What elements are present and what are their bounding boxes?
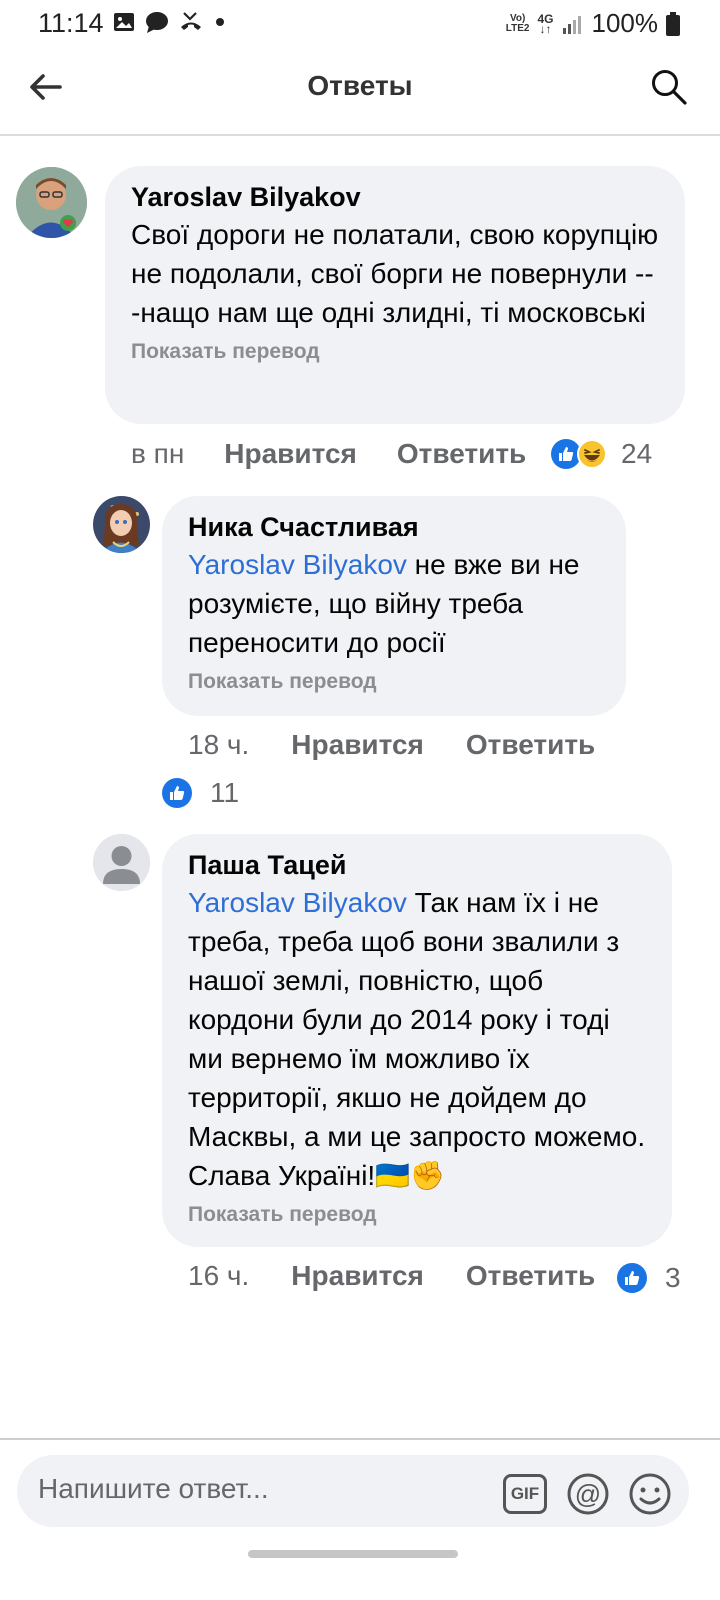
comment-actions: в пн Нравится Ответить <box>131 438 526 470</box>
reply-input[interactable]: Напишите ответ... <box>38 1473 269 1505</box>
reactions-summary[interactable]: 24 <box>551 438 652 470</box>
reply-button[interactable]: Ответить <box>466 729 595 761</box>
reply-button[interactable]: Ответить <box>397 438 526 470</box>
show-translation-link[interactable]: Показать перевод <box>131 340 659 364</box>
search-icon[interactable] <box>650 68 688 106</box>
comment-time: 18 ч. <box>188 729 250 760</box>
missed-call-icon <box>181 12 201 30</box>
reaction-count: 3 <box>665 1262 681 1293</box>
comment-bubble[interactable]: Паша Тацей Yaroslav Bilyakov Так нам їх … <box>162 834 672 1247</box>
status-notification-icons <box>112 10 224 34</box>
comment-text: Yaroslav Bilyakov Так нам їх і не треба,… <box>188 887 646 1191</box>
like-button[interactable]: Нравится <box>291 729 424 761</box>
user-avatar-icon <box>93 496 150 553</box>
reactions-summary[interactable]: 3 <box>617 1262 681 1294</box>
status-time: 11:14 <box>38 8 104 38</box>
like-reaction-icon <box>162 778 192 808</box>
haha-reaction-icon <box>577 439 607 469</box>
mention-at-icon[interactable]: @ <box>566 1472 610 1516</box>
avatar[interactable] <box>93 834 150 891</box>
mention-link[interactable]: Yaroslav Bilyakov <box>188 549 407 580</box>
gallery-icon <box>114 13 134 31</box>
like-button[interactable]: Нравится <box>224 438 357 470</box>
like-button[interactable]: Нравится <box>291 1260 424 1292</box>
gif-label: GIF <box>510 1484 540 1503</box>
gesture-navigation-bar[interactable] <box>248 1550 458 1558</box>
header-divider <box>0 134 720 136</box>
comment-bubble[interactable]: Yaroslav Bilyakov Свої дороги не полатал… <box>105 166 685 424</box>
chat-bubble-icon <box>146 12 168 33</box>
status-right: Vo) LTE2 4G ↓↑ 100% <box>506 8 680 39</box>
default-user-icon <box>93 834 150 891</box>
gif-button[interactable]: GIF <box>503 1474 547 1514</box>
user-avatar-icon <box>16 167 87 238</box>
comment-actions: 16 ч. Нравится Ответить <box>188 1260 595 1292</box>
reply-button[interactable]: Ответить <box>466 1260 595 1292</box>
avatar[interactable] <box>16 167 87 238</box>
comment-author[interactable]: Ника Счастливая <box>188 512 600 543</box>
comment-time: 16 ч. <box>188 1260 250 1291</box>
network-type-indicator: 4G ↓↑ <box>537 11 554 36</box>
composer-divider <box>0 1438 720 1440</box>
comment-text: Yaroslav Bilyakov не вже ви не розумієте… <box>188 549 580 658</box>
show-translation-link[interactable]: Показать перевод <box>188 670 600 694</box>
page-title: Ответы <box>307 70 413 101</box>
reaction-count: 11 <box>210 777 240 808</box>
reaction-count: 24 <box>621 438 653 469</box>
mention-link[interactable]: Yaroslav Bilyakov <box>188 887 407 918</box>
comment-author[interactable]: Yaroslav Bilyakov <box>131 182 659 213</box>
signal-icon <box>562 15 581 34</box>
reactions-summary[interactable]: 11 <box>162 777 239 809</box>
emoji-smile-icon[interactable] <box>628 1472 672 1516</box>
show-translation-link[interactable]: Показать перевод <box>188 1203 646 1227</box>
battery-percent: 100% <box>591 8 659 38</box>
comment-text: Свої дороги не полатали, свою корупцію н… <box>131 219 659 328</box>
svg-text:@: @ <box>575 1479 601 1509</box>
comment-bubble[interactable]: Ника Счастливая Yaroslav Bilyakov не вже… <box>162 496 626 716</box>
data-arrows-icon: ↓↑ <box>539 21 552 36</box>
comment-actions: 18 ч. Нравится Ответить <box>188 729 595 761</box>
like-reaction-icon <box>617 1263 647 1293</box>
comment-author[interactable]: Паша Тацей <box>188 850 646 881</box>
comment-time: в пн <box>131 438 185 469</box>
more-notifications-dot-icon <box>216 18 224 26</box>
avatar[interactable] <box>93 496 150 553</box>
volte-indicator: Vo) LTE2 <box>505 12 530 34</box>
battery-icon <box>666 11 680 36</box>
